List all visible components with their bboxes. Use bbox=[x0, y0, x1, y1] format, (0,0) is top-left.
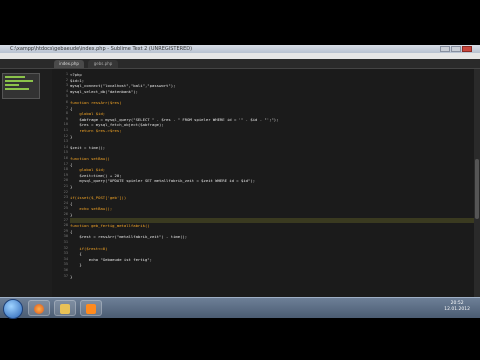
maximize-button[interactable] bbox=[451, 46, 461, 52]
screen: C:\xampp\htdocs\gebaeude\index.php - Sub… bbox=[0, 45, 480, 317]
close-button[interactable] bbox=[462, 46, 472, 52]
taskbar-sublime[interactable] bbox=[80, 300, 102, 316]
taskbar-firefox[interactable] bbox=[28, 300, 50, 316]
code-editor[interactable]: <?php $id=1; mysql_connect("localhost","ba… bbox=[70, 69, 474, 317]
line-number: 37 bbox=[63, 273, 68, 278]
tab-gebs[interactable]: gebs.php bbox=[88, 60, 118, 68]
window-title: C:\xampp\htdocs\gebaeude\index.php - Sub… bbox=[10, 46, 193, 52]
firefox-icon bbox=[34, 304, 44, 314]
title-bar: C:\xampp\htdocs\gebaeude\index.php - Sub… bbox=[0, 45, 480, 53]
taskbar-explorer[interactable] bbox=[54, 300, 76, 316]
minimap-sidebar[interactable] bbox=[0, 69, 53, 317]
code-line[interactable]: } bbox=[70, 274, 474, 280]
clock-date: 12.01.2012 bbox=[444, 307, 470, 312]
tab-bar: index.php gebs.php bbox=[0, 59, 480, 69]
minimap-viewport[interactable] bbox=[2, 73, 40, 99]
folder-icon bbox=[60, 304, 70, 314]
scrollbar-thumb[interactable] bbox=[475, 159, 479, 219]
sublime-icon bbox=[86, 304, 96, 314]
minimize-button[interactable] bbox=[440, 46, 450, 52]
tab-index[interactable]: index.php bbox=[54, 60, 84, 68]
taskbar: 20:52 12.01.2012 bbox=[0, 297, 480, 319]
vertical-scrollbar[interactable] bbox=[474, 69, 480, 317]
system-clock[interactable]: 20:52 12.01.2012 bbox=[444, 301, 470, 313]
windows-orb-icon[interactable] bbox=[3, 299, 23, 319]
